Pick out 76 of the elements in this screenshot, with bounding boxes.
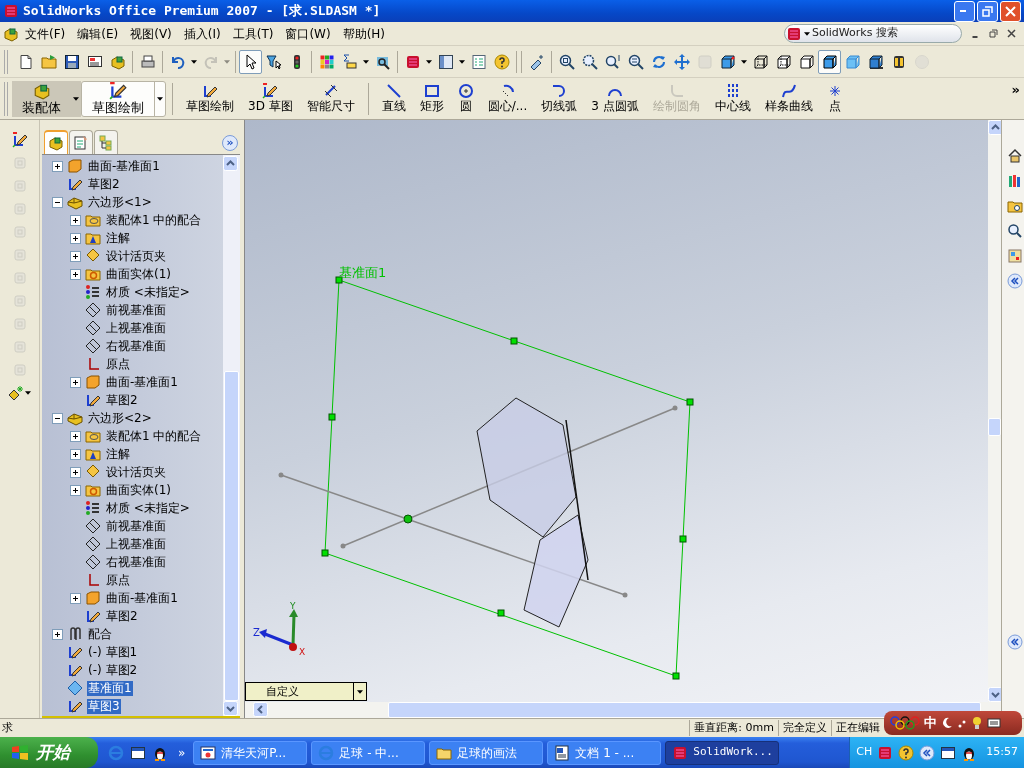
status-message: 求	[1, 719, 13, 736]
clock: 15:57	[986, 744, 1018, 761]
tree-item[interactable]: 曲面-基准面1	[105, 374, 179, 390]
menu-item[interactable]: 插入(I)	[177, 24, 227, 43]
tree-item[interactable]: 草图2	[87, 176, 121, 192]
tree-item[interactable]: 草图2	[105, 608, 139, 624]
command-button[interactable]: 样条曲线	[757, 79, 820, 118]
expand-panel-button[interactable]: »	[222, 135, 238, 151]
tree-item[interactable]: 上视基准面	[105, 536, 167, 552]
search-field[interactable]: SolidWorks 搜索	[812, 25, 961, 42]
taskbar-button[interactable]: 足球的画法	[429, 740, 544, 765]
taskbar-button[interactable]: 文档 1 - ...	[547, 740, 662, 765]
tree-item[interactable]: 注解	[105, 230, 131, 246]
status-field: 垂直距离: 0mm	[689, 719, 778, 737]
tree-item[interactable]: 基准面1	[87, 680, 133, 696]
menu-item[interactable]: 视图(V)	[124, 24, 178, 43]
input-mode[interactable]: 中	[924, 713, 937, 733]
tree-item[interactable]: (-) 草图1	[87, 644, 139, 660]
more-button[interactable]: »	[1011, 80, 1020, 100]
tree-item[interactable]: 原点	[105, 572, 131, 588]
tree-item[interactable]: 曲面-基准面1	[87, 158, 161, 174]
ime-toolbar[interactable]: 中	[884, 711, 1022, 735]
command-button[interactable]: 直线	[374, 79, 413, 118]
tree-item[interactable]: 设计活页夹	[105, 248, 167, 264]
tree-item[interactable]: 上视基准面	[105, 320, 167, 336]
command-button[interactable]: 3D 草图	[241, 79, 300, 118]
more-button[interactable]: »	[178, 743, 186, 762]
command-button[interactable]: 点	[819, 79, 850, 118]
tree-item[interactable]: 注解	[105, 446, 131, 462]
start-button[interactable]: 开始	[0, 737, 98, 768]
taskbar-button[interactable]: SolidWork...	[665, 740, 780, 765]
search-box[interactable]: SolidWorks 搜索	[784, 24, 962, 43]
tree-item[interactable]: 原点	[105, 356, 131, 372]
tree-item[interactable]: 配合	[87, 626, 113, 642]
tree-item[interactable]: 六边形<2>	[87, 410, 153, 426]
menu-item[interactable]: 工具(T)	[226, 24, 280, 43]
tree-item[interactable]: 前视基准面	[105, 518, 167, 534]
tree-item[interactable]: 材质 <未指定>	[105, 500, 191, 516]
tree-item[interactable]: 材质 <未指定>	[105, 284, 191, 300]
command-button[interactable]: 3 点圆弧	[584, 79, 646, 118]
tree-item[interactable]: 前视基准面	[105, 302, 167, 318]
plane-label: 基准面1	[339, 264, 387, 282]
command-button[interactable]: 矩形	[412, 79, 451, 118]
tree-item[interactable]: 草图3	[87, 698, 121, 714]
command-button[interactable]: 圆心/...	[480, 79, 535, 118]
command-tab[interactable]: 装配体	[12, 80, 81, 117]
command-button[interactable]: 草图绘制	[179, 79, 241, 118]
tree-item[interactable]: 设计活页夹	[105, 464, 167, 480]
tree-item[interactable]: 右视基准面	[105, 554, 167, 570]
window-title: SolidWorks Office Premium 2007 - [求.SLDASM *]	[23, 2, 381, 21]
tree-item[interactable]: 草图2	[105, 392, 139, 408]
tree-item[interactable]: 曲面实体(1)	[105, 266, 172, 282]
tree-item[interactable]: 曲面-基准面1	[105, 590, 179, 606]
menu-item[interactable]: 编辑(E)	[71, 24, 125, 43]
tree-item[interactable]: 装配体1 中的配合	[105, 428, 203, 444]
taskbar-button[interactable]: 足球 - 中...	[311, 740, 426, 765]
tree-item[interactable]: 右视基准面	[105, 338, 167, 354]
graphics-area[interactable]: 基准面1 Y Z X 自定义	[245, 120, 988, 702]
command-button[interactable]: 圆	[450, 79, 481, 118]
view-dropdown[interactable]: 自定义	[245, 682, 367, 701]
tree-item[interactable]: (-) 草图2	[87, 662, 139, 678]
menu-item[interactable]: 文件(F)	[19, 24, 72, 43]
axis-label: Y	[290, 600, 296, 613]
command-button[interactable]: 中心线	[707, 79, 758, 118]
axis-label: X	[299, 646, 306, 659]
command-button[interactable]: 智能尺寸	[299, 79, 362, 118]
status-field: 完全定义	[778, 719, 831, 737]
command-tab[interactable]: 草图绘制	[81, 80, 166, 117]
tree-item[interactable]: 曲面实体(1)	[105, 482, 172, 498]
tree-item[interactable]: 装配体1 中的配合	[105, 212, 203, 228]
menu-item[interactable]: 帮助(H)	[336, 24, 392, 43]
command-button[interactable]: 切线弧	[534, 79, 585, 118]
tree-item[interactable]: 六边形<1>	[87, 194, 153, 210]
axis-label: Z	[253, 626, 260, 640]
menu-item[interactable]: 窗口(W)	[279, 24, 337, 43]
taskbar-button[interactable]: 清华天河P...	[193, 740, 308, 765]
